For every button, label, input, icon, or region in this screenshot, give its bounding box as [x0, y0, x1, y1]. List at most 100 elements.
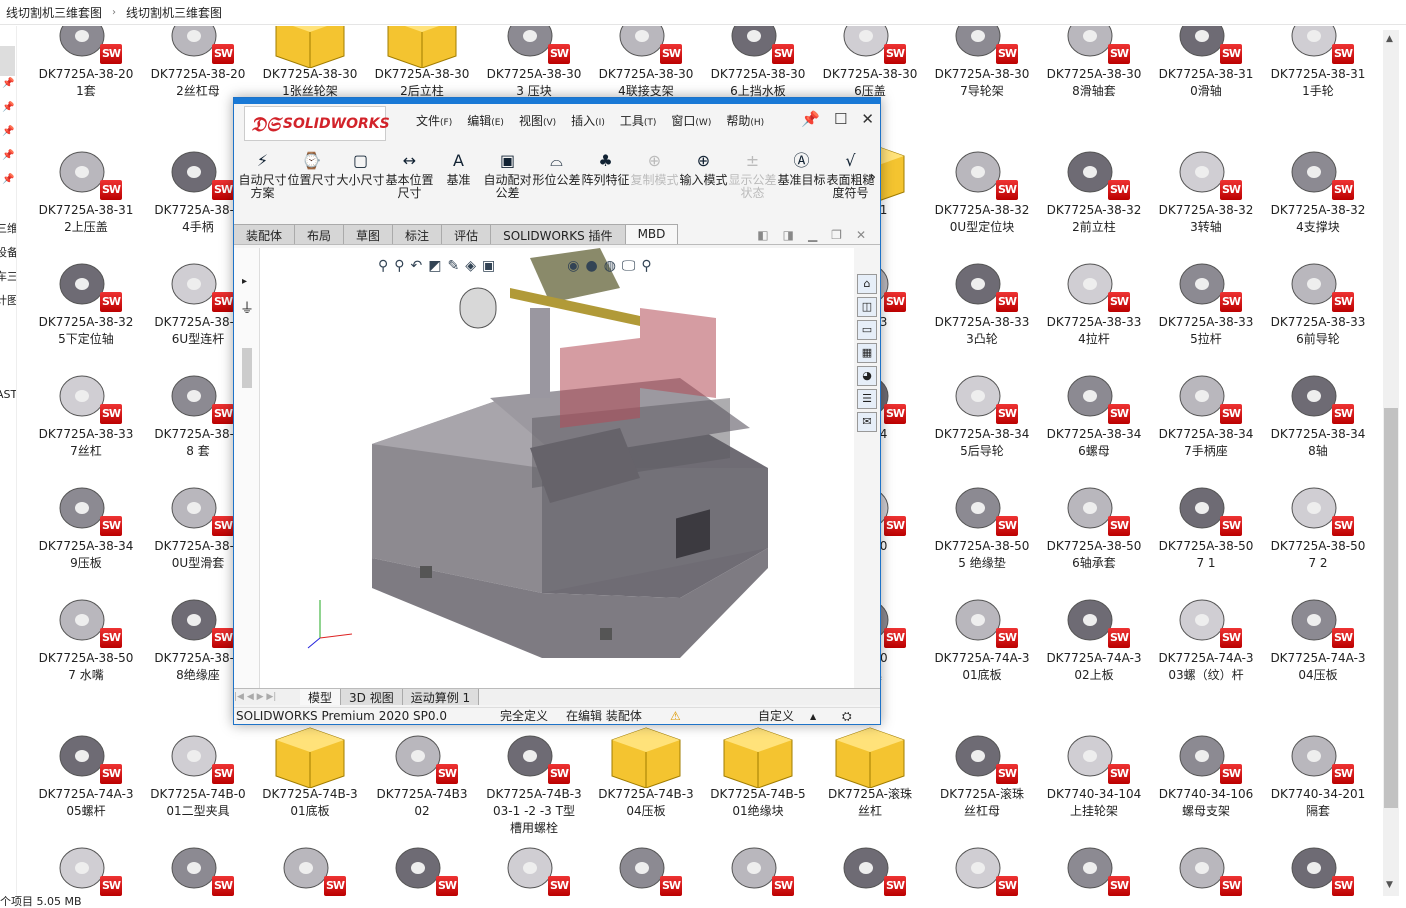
file-thumbnail	[702, 830, 814, 896]
menu-item[interactable]: 插入(I)	[571, 112, 605, 129]
bottom-tab[interactable]: 运动算例 1	[402, 689, 480, 705]
scrollbar-thumb[interactable]	[242, 348, 252, 388]
resources-icon[interactable]: ◫	[857, 297, 877, 317]
menu-item[interactable]: 窗口(W)	[671, 112, 711, 129]
tool-button[interactable]: ♣ 阵列特征	[581, 150, 630, 200]
restore-icon[interactable]: ❐	[831, 228, 842, 242]
close-icon[interactable]: ✕	[856, 228, 866, 242]
tool-label: 显示公差状态	[728, 173, 777, 200]
tool-button[interactable]: ▢ 大小尺寸	[336, 150, 385, 200]
properties-icon[interactable]: ☰	[857, 389, 877, 409]
solidworks-file-icon: SW	[884, 516, 906, 536]
command-tab[interactable]: SOLIDWORKS 插件	[491, 224, 626, 244]
scrollbar-thumb[interactable]	[1384, 408, 1398, 808]
filter-icon[interactable]: ⏚	[240, 298, 254, 318]
chevron-up-icon[interactable]: ▲	[810, 708, 816, 725]
file-name: DK7725A-38-34	[1046, 427, 1142, 441]
tool-button[interactable]: ⊕ 复制模式	[630, 150, 679, 200]
tool-button[interactable]: ⊕ 输入模式	[679, 150, 728, 200]
prev-icon[interactable]: ◧	[757, 228, 768, 242]
menu-item[interactable]: 编辑(E)	[467, 112, 504, 129]
pattern-icon: ♣	[598, 151, 613, 170]
solidworks-logo[interactable]: 𝔇𝔖 SOLIDWORKS	[244, 106, 390, 141]
tool-label: 自动尺寸方案	[238, 173, 287, 200]
menu-item[interactable]: 工具(T)	[620, 112, 657, 129]
rebuild-icon[interactable]: ⚠	[670, 708, 681, 725]
bottom-tab[interactable]: 模型	[300, 689, 342, 705]
command-tab[interactable]: 评估	[442, 224, 492, 244]
nav-item[interactable]: 三维	[0, 220, 16, 236]
breadcrumb-item[interactable]: 线切割机三维套图	[126, 4, 222, 21]
scene-icon[interactable]: ◍	[604, 258, 616, 274]
file-thumbnail	[1262, 830, 1374, 896]
command-tab[interactable]: 布局	[295, 224, 345, 244]
solidworks-file-icon: SW	[548, 44, 570, 64]
tool-button[interactable]: A 基准	[434, 150, 483, 200]
view-settings-icon[interactable]: 🖵	[622, 258, 636, 274]
solidworks-file-icon: SW	[1108, 292, 1130, 312]
tag-icon[interactable]: ⛭	[842, 708, 852, 725]
menu-shortcut: (W)	[695, 118, 712, 128]
menu-item[interactable]: 文件(F)	[416, 112, 452, 129]
view-palette-icon[interactable]: ▦	[857, 343, 877, 363]
home-icon[interactable]: ⌂	[857, 274, 877, 294]
zoom-area-icon[interactable]: ⚲	[394, 258, 404, 274]
display-style-icon[interactable]: ▣	[482, 258, 495, 274]
pin-icon[interactable]: 📌	[801, 110, 820, 128]
units-select[interactable]: 自定义	[758, 708, 794, 725]
close-icon[interactable]: ✕	[861, 110, 874, 128]
title-bar[interactable]	[234, 98, 880, 104]
tool-button[interactable]: Ⓐ 基准目标	[777, 150, 826, 200]
appearances-icon[interactable]: ◕	[857, 366, 877, 386]
tool-button[interactable]: ⌚ 位置尺寸	[287, 150, 336, 200]
maximize-icon[interactable]: ☐	[834, 110, 847, 128]
nav-item[interactable]: AST	[0, 388, 16, 401]
render-icon[interactable]: ⚲	[641, 258, 651, 274]
hide-show-icon[interactable]: ◉	[567, 258, 579, 274]
command-tab[interactable]: 标注	[393, 224, 443, 244]
command-tab[interactable]: MBD	[625, 224, 679, 244]
section-view-icon[interactable]: ◩	[428, 258, 441, 274]
view-orientation-icon[interactable]: ◈	[465, 258, 476, 274]
file-thumbnail	[926, 246, 1038, 316]
file-name: 4支撑块	[1296, 220, 1340, 234]
file-thumbnail	[478, 718, 590, 788]
dynamic-annotation-icon[interactable]: ✎	[448, 258, 460, 274]
scroll-down-icon[interactable]: ▼	[1386, 880, 1393, 890]
solidworks-file-icon: SW	[1332, 628, 1354, 648]
tool-button[interactable]: ▣ 自动配对公差	[483, 150, 532, 200]
feature-manager-collapsed[interactable]: ▸ ⏚	[234, 248, 260, 688]
breadcrumb-item[interactable]: 线切割机三维套图	[6, 4, 102, 21]
forum-icon[interactable]: ✉	[857, 412, 877, 432]
graphics-area[interactable]	[260, 248, 854, 688]
file-name: 01绝缘块	[732, 804, 784, 818]
menu-item[interactable]: 视图(V)	[519, 112, 556, 129]
minimize-icon[interactable]: ▁	[808, 228, 817, 242]
solidworks-file-icon: SW	[1108, 404, 1130, 424]
tab-scroll-icon[interactable]: |◀ ◀ ▶ ▶|	[234, 689, 300, 705]
nav-item[interactable]: 车三	[0, 268, 16, 284]
nav-item[interactable]: 设备	[0, 244, 16, 260]
menu-item[interactable]: 帮助(H)	[726, 112, 764, 129]
appearance-icon[interactable]: ●	[585, 258, 597, 274]
more-tools-icon[interactable]: »	[868, 170, 876, 185]
expand-icon[interactable]: ▸	[242, 276, 247, 287]
nav-item[interactable]: 计图	[0, 292, 16, 308]
previous-view-icon[interactable]: ↶	[411, 258, 423, 274]
tool-button[interactable]: ⌓ 形位公差	[532, 150, 581, 200]
zoom-fit-icon[interactable]: ⚲	[378, 258, 388, 274]
nav-selected[interactable]	[0, 46, 15, 76]
file-name: 1套	[76, 84, 96, 98]
next-icon[interactable]: ◨	[783, 228, 794, 242]
menu-label: 视图	[518, 114, 543, 128]
scroll-up-icon[interactable]: ▲	[1386, 34, 1393, 44]
tool-button[interactable]: ± 显示公差状态	[728, 150, 777, 200]
vertical-scrollbar[interactable]: ▲ ▼	[1383, 30, 1399, 896]
command-tab[interactable]: 草图	[344, 224, 394, 244]
axis-triad	[307, 600, 353, 649]
bottom-tab[interactable]: 3D 视图	[341, 689, 403, 705]
tool-button[interactable]: ⚡ 自动尺寸方案	[238, 150, 287, 200]
folder-icon[interactable]: ▭	[857, 320, 877, 340]
tool-button[interactable]: ↔ 基本位置尺寸	[385, 150, 434, 200]
command-tab[interactable]: 装配体	[234, 224, 296, 244]
